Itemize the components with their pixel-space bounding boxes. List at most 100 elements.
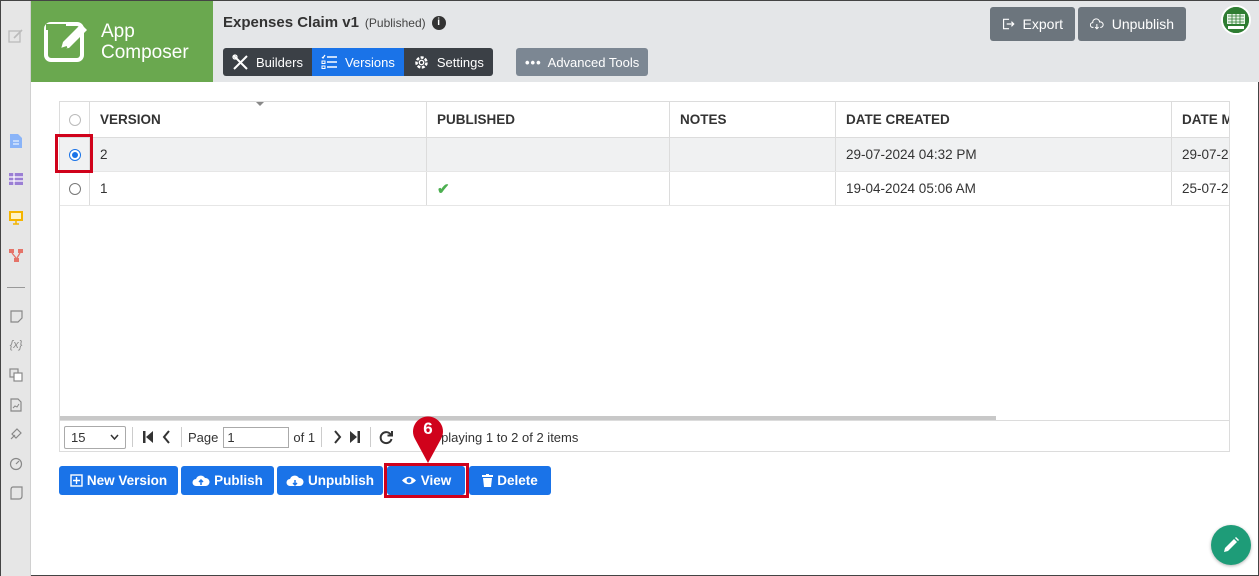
pager-divider xyxy=(370,427,372,447)
column-header-notes[interactable]: NOTES xyxy=(670,102,836,137)
export-label: Export xyxy=(1022,16,1063,32)
column-header-published[interactable]: PUBLISHED xyxy=(427,102,670,137)
app-header: App Composer Expenses Claim v1 (Publishe… xyxy=(31,1,1259,82)
tab-builders[interactable]: Builders xyxy=(223,48,312,76)
cell-notes xyxy=(670,172,836,205)
publish-button[interactable]: Publish xyxy=(181,466,274,495)
tab-versions[interactable]: Versions xyxy=(311,48,404,76)
script-icon[interactable] xyxy=(7,484,25,502)
edit-square-icon xyxy=(44,21,87,62)
trash-icon xyxy=(482,474,494,487)
cell-published xyxy=(427,138,670,171)
tab-settings-label: Settings xyxy=(436,54,484,70)
grid-pager: 15 Page 1 of 1 playing 1 to 2 of 2 items xyxy=(60,420,1229,451)
info-icon[interactable]: i xyxy=(431,15,446,30)
user-avatar[interactable] xyxy=(1221,5,1251,35)
select-all-radio[interactable] xyxy=(68,113,81,126)
tab-versions-label: Versions xyxy=(344,54,395,70)
page-size-select[interactable]: 15 xyxy=(64,425,126,449)
published-check-icon: ✔ xyxy=(437,180,450,198)
app-title: Expenses Claim v1 (Published) i xyxy=(223,14,446,31)
publish-label: Publish xyxy=(214,473,263,488)
app-status: (Published) xyxy=(364,15,426,30)
document-icon[interactable] xyxy=(7,132,25,150)
header-unpublish-label: Unpublish xyxy=(1111,16,1174,32)
app-name: Expenses Claim v1 xyxy=(223,14,359,31)
translate-icon[interactable] xyxy=(7,366,25,384)
cell-notes xyxy=(670,138,836,171)
logo-text: App Composer xyxy=(101,21,189,63)
column-header-date-created[interactable]: DATE CREATED xyxy=(836,102,1172,137)
pager-divider xyxy=(132,427,133,447)
versions-grid: VERSION PUBLISHED NOTES DATE CREATED DAT… xyxy=(59,101,1230,452)
cell-version: 1 xyxy=(90,172,427,205)
left-rail: {x} xyxy=(1,1,31,576)
page-size-value: 15 xyxy=(71,429,86,445)
column-header-version[interactable]: VERSION xyxy=(90,102,427,137)
select-all-header[interactable] xyxy=(60,102,90,137)
advanced-tools-label: Advanced Tools xyxy=(547,54,640,70)
plug-icon[interactable] xyxy=(7,425,25,443)
page-number-input[interactable]: 1 xyxy=(223,426,290,448)
variable-icon[interactable]: {x} xyxy=(7,336,25,354)
previous-page-icon[interactable] xyxy=(157,428,175,446)
cloud-download-icon xyxy=(286,475,304,487)
new-version-button[interactable]: New Version xyxy=(59,466,178,495)
first-page-icon[interactable] xyxy=(139,428,157,446)
pager-divider xyxy=(321,427,323,447)
rail-divider xyxy=(7,287,25,288)
main-tabs: Builders Versions Settings xyxy=(223,48,493,76)
cell-date-created: 19-04-2024 05:06 AM xyxy=(836,172,1172,205)
cloud-download-icon xyxy=(1090,18,1104,30)
cell-date-created: 29-07-2024 04:32 PM xyxy=(836,138,1172,171)
table-row[interactable]: 1 ✔ 19-04-2024 05:06 AM 25-07-2 xyxy=(60,172,1229,206)
chevron-down-icon xyxy=(110,434,119,440)
pager-status: playing 1 to 2 of 2 items xyxy=(441,429,579,445)
grid-header: VERSION PUBLISHED NOTES DATE CREATED DAT… xyxy=(60,102,1229,138)
table-row[interactable]: 2 29-07-2024 04:32 PM 29-07-2 xyxy=(60,138,1229,172)
step-number: 6 xyxy=(423,419,433,438)
sort-indicator-icon xyxy=(256,102,264,106)
unpublish-button[interactable]: Unpublish xyxy=(277,466,383,495)
page-number-value: 1 xyxy=(227,429,235,445)
avatar-image xyxy=(1223,7,1249,33)
ellipsis-icon: ••• xyxy=(525,54,542,70)
cloud-upload-icon xyxy=(192,475,210,486)
delete-label: Delete xyxy=(497,473,538,488)
pencil-icon xyxy=(1224,537,1239,552)
table-icon[interactable] xyxy=(7,170,25,188)
floating-edit-button[interactable] xyxy=(1211,525,1251,565)
next-page-icon[interactable] xyxy=(328,428,346,446)
export-icon xyxy=(1002,18,1015,30)
logo-text-line1: App xyxy=(101,20,135,42)
row-radio[interactable] xyxy=(68,182,81,195)
header-unpublish-button[interactable]: Unpublish xyxy=(1078,7,1186,41)
tab-settings[interactable]: Settings xyxy=(403,48,493,76)
monitor-icon[interactable] xyxy=(7,208,25,226)
edit-icon[interactable] xyxy=(7,27,25,45)
plus-square-icon xyxy=(70,474,83,487)
refresh-icon[interactable] xyxy=(377,428,395,446)
page-label: Page xyxy=(188,429,219,445)
export-button[interactable]: Export xyxy=(990,7,1075,41)
app-composer-logo[interactable]: App Composer xyxy=(31,1,213,82)
row-select[interactable] xyxy=(60,172,90,205)
workflow-icon[interactable] xyxy=(7,246,25,264)
list-icon xyxy=(321,54,337,69)
new-version-label: New Version xyxy=(86,473,168,488)
unpublish-label: Unpublish xyxy=(308,473,374,488)
file-chart-icon[interactable] xyxy=(7,396,25,414)
highlight-row-radio xyxy=(55,134,93,173)
highlight-view-button xyxy=(384,463,469,498)
note-icon[interactable] xyxy=(7,307,25,325)
last-page-icon[interactable] xyxy=(346,428,364,446)
delete-button[interactable]: Delete xyxy=(469,466,551,495)
gauge-icon[interactable] xyxy=(7,455,25,473)
gear-icon xyxy=(415,55,428,69)
cell-version: 2 xyxy=(90,138,427,171)
cell-date-modified: 29-07-2 xyxy=(1182,147,1229,162)
column-header-date-modified[interactable]: DATE M xyxy=(1172,102,1229,137)
cell-published: ✔ xyxy=(427,172,670,205)
tools-icon xyxy=(232,53,248,70)
advanced-tools-button[interactable]: ••• Advanced Tools xyxy=(516,48,649,76)
